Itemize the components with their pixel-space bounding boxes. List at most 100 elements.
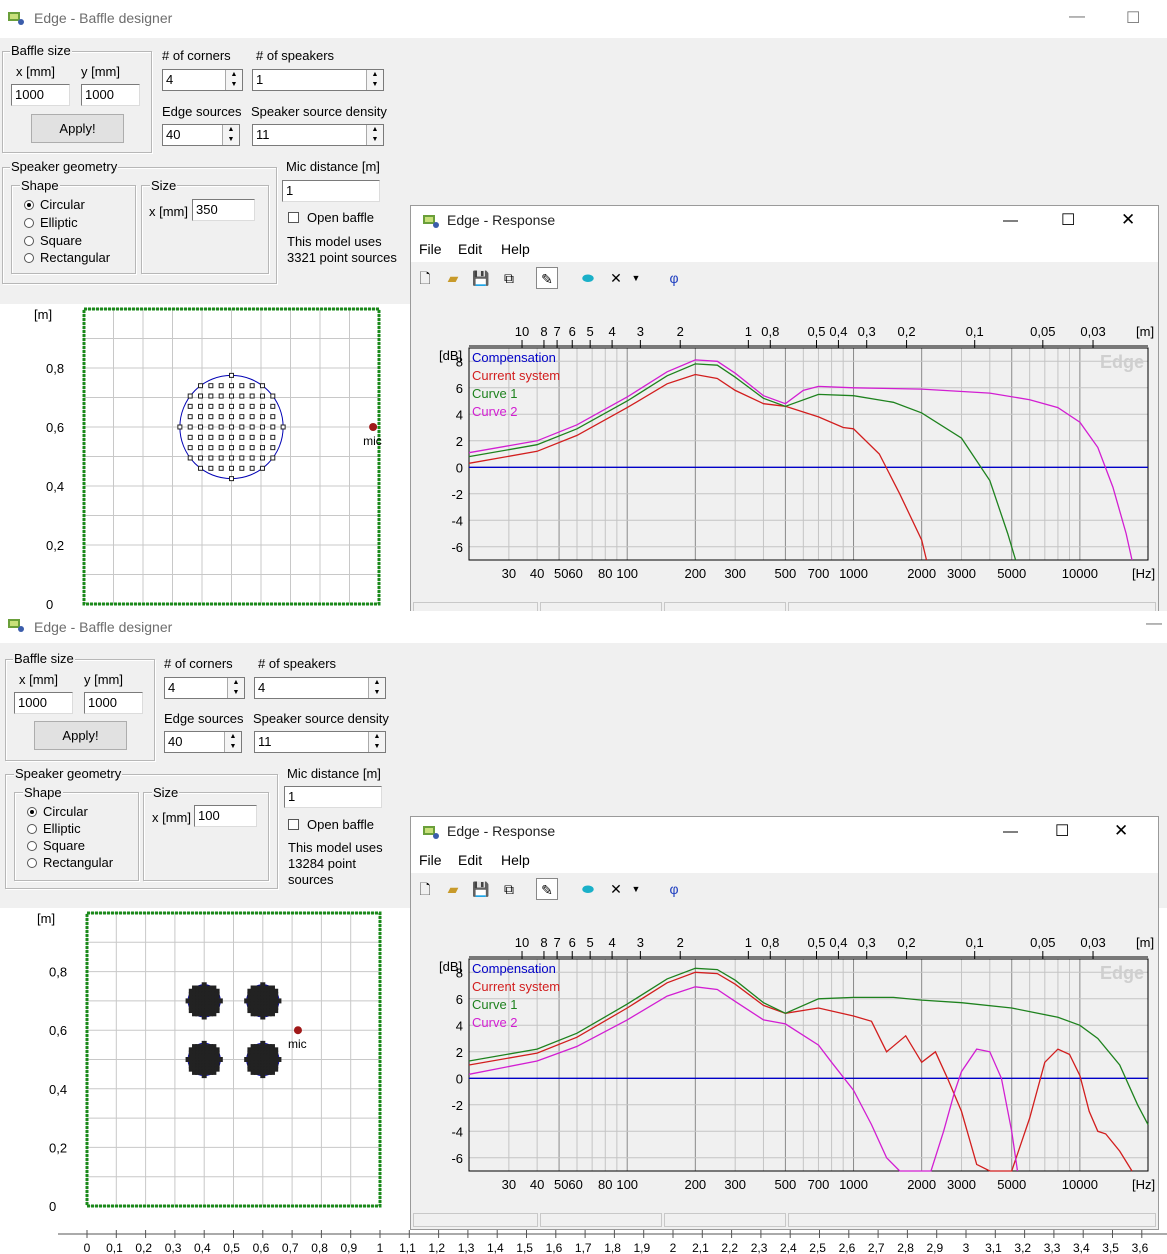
chevron-down-icon[interactable]: ▼ [629,878,643,900]
new-file-icon[interactable]: 🗋 [414,267,436,289]
apply-button[interactable]: Apply! [34,721,127,750]
response-title-bar: Edge - Response — ☐ ✕ [411,206,1158,236]
close-icon[interactable]: ✕ [1114,821,1128,841]
top-tick-label: 0,4 [829,935,847,950]
maximize-icon[interactable]: ☐ [1061,210,1075,230]
size-x-label: x [mm] [152,810,191,825]
x-tick-label: 700 [808,1177,830,1192]
x-tick-label: 2,9 [927,1241,944,1254]
legend-entry: Curve 1 [472,386,518,401]
point-source [239,434,245,440]
size-input[interactable]: 100 [194,805,257,827]
baffle-y-input[interactable]: 1000 [84,692,143,714]
menu-file[interactable]: File [419,241,442,257]
x-tick-label: 2000 [907,1177,936,1192]
x-tick-label: 100 [616,566,638,581]
shape-elliptic-radio[interactable]: Elliptic [27,821,81,836]
y-tick-label: 2 [456,434,463,449]
speaker-icon[interactable]: ⬬ [577,267,599,289]
speakers-spinner[interactable]: 4 ▲ ▼ [254,677,386,699]
x-tick-label: 80 [598,566,612,581]
x-tick-label: 2,8 [897,1241,914,1254]
top-tick-label: 4 [608,935,615,950]
speaker-icon[interactable]: ⬬ [577,878,599,900]
point-source [259,414,265,420]
point-source [208,383,214,389]
apply-button[interactable]: Apply! [31,114,124,143]
y-tick-label: 2 [456,1045,463,1060]
delete-icon[interactable]: ✕ [605,267,627,289]
mic-distance-input[interactable]: 1 [284,786,382,808]
save-icon[interactable]: 💾 [470,878,492,900]
x-tick-label: 2,5 [809,1241,826,1254]
mic-distance-input[interactable]: 1 [282,180,380,202]
phase-icon[interactable]: φ [663,267,685,289]
legend-entry: Compensation [472,961,556,976]
open-folder-icon[interactable]: ▰ [442,267,464,289]
baffle-y-input[interactable]: 1000 [81,84,140,106]
pen-icon[interactable]: ✎ [536,878,558,900]
x-tick-label: 1000 [839,1177,868,1192]
top-tick-label: 1 [745,324,752,339]
size-input[interactable]: 350 [192,199,255,221]
chevron-down-icon[interactable]: ▼ [629,267,643,289]
copy-icon[interactable]: ⧉ [498,878,520,900]
edge-sources-spinner[interactable]: 40 ▲ ▼ [162,124,240,146]
corners-spinner[interactable]: 4 ▲ ▼ [162,69,243,91]
minimize-icon[interactable]: — [1003,212,1018,229]
shape-circular-radio[interactable]: Circular [27,804,88,819]
pen-icon[interactable]: ✎ [536,267,558,289]
copy-icon[interactable]: ⧉ [498,267,520,289]
close-icon[interactable]: ✕ [1121,210,1135,230]
open-baffle-checkbox[interactable]: Open baffle [288,817,374,832]
baffle-x-input[interactable]: 1000 [14,692,73,714]
corners-spinner[interactable]: 4 ▲ ▼ [164,677,245,699]
top-tick-label: 3 [637,935,644,950]
maximize-icon[interactable]: ☐ [1126,8,1140,28]
corners-label: # of corners [162,48,231,63]
phase-icon[interactable]: φ [663,878,685,900]
point-source [229,434,234,440]
open-baffle-checkbox[interactable]: Open baffle [288,210,374,225]
shape-elliptic-radio[interactable]: Elliptic [24,215,78,230]
point-source [198,383,204,389]
open-folder-icon[interactable]: ▰ [442,878,464,900]
y-tick-label: 0,8 [46,361,64,376]
corners-label: # of corners [164,656,233,671]
menu-edit[interactable]: Edit [458,241,482,257]
shape-square-radio[interactable]: Square [27,838,85,853]
menu-file[interactable]: File [419,852,442,868]
shape-square-radio[interactable]: Square [24,233,82,248]
x-tick-label: 0,2 [135,1241,152,1254]
status-pane [788,602,1156,611]
save-icon[interactable]: 💾 [470,267,492,289]
shape-rectangular-radio[interactable]: Rectangular [24,250,110,265]
minimize-icon[interactable]: — [1146,615,1162,633]
density-spinner[interactable]: 11 ▲ ▼ [254,731,386,753]
shape-circular-radio[interactable]: Circular [24,197,85,212]
point-source [208,465,214,471]
point-source [239,424,245,430]
maximize-icon[interactable]: ☐ [1055,821,1069,841]
minimize-icon[interactable]: — [1069,8,1085,26]
x-tick-label: 300 [724,566,746,581]
point-source [208,445,214,451]
new-file-icon[interactable]: 🗋 [414,878,436,900]
density-spinner[interactable]: 11 ▲ ▼ [252,124,384,146]
shape-rectangular-radio[interactable]: Rectangular [27,855,113,870]
top-tick-label: 10 [515,324,529,339]
point-source [229,424,234,430]
speakers-spinner[interactable]: 1 ▲ ▼ [252,69,384,91]
menu-edit[interactable]: Edit [458,852,482,868]
menu-help[interactable]: Help [501,241,530,257]
baffle-x-input[interactable]: 1000 [11,84,70,106]
point-source [218,424,224,430]
edge-sources-spinner[interactable]: 40 ▲ ▼ [164,731,242,753]
delete-icon[interactable]: ✕ [605,878,627,900]
point-source [218,434,224,440]
point-source [270,424,276,430]
minimize-icon[interactable]: — [1003,823,1018,840]
title-bar: Edge - Baffle designer — ☐ [0,0,1167,38]
title-bar: Edge - Baffle designer — [0,611,1167,643]
menu-help[interactable]: Help [501,852,530,868]
